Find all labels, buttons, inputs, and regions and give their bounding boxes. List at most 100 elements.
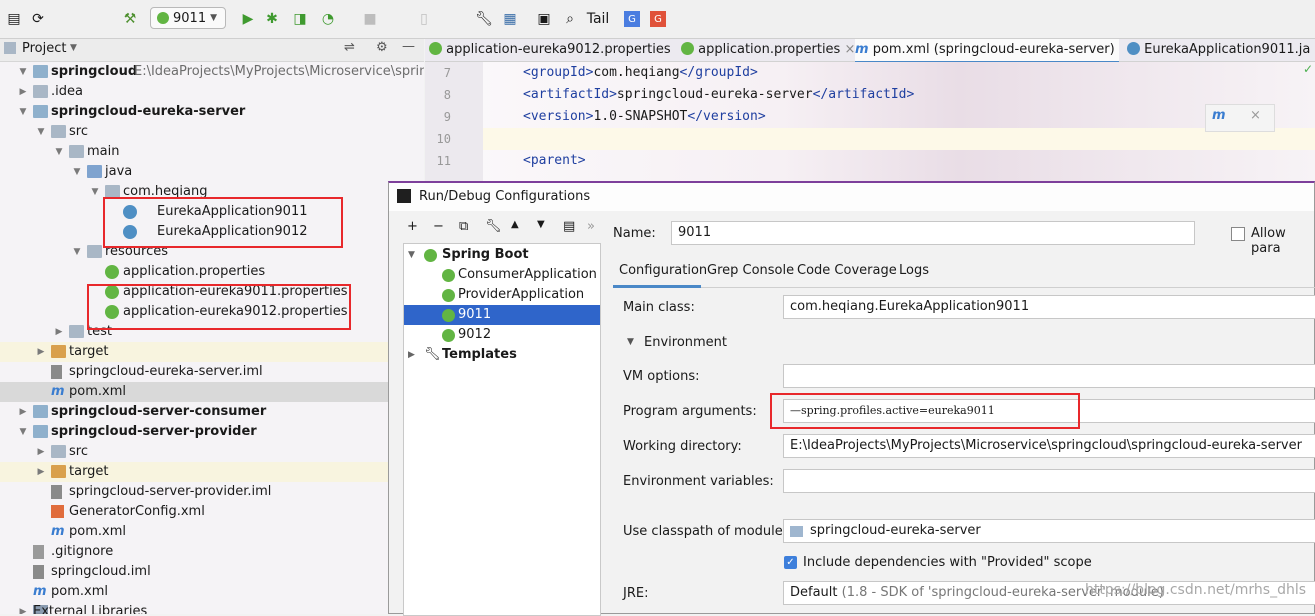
tree-row-provider[interactable]: ▼ springcloud-server-provider xyxy=(0,422,424,442)
tree-row-eureka-server[interactable]: ▼ springcloud-eureka-server xyxy=(0,102,424,122)
tree-group-templates[interactable]: ▶ 🔧︎ Templates xyxy=(404,345,600,365)
stop-icon[interactable]: ■ xyxy=(360,9,380,29)
debug-bug-icon[interactable]: ✱ xyxy=(262,9,282,29)
search-icon[interactable]: ⌕ xyxy=(560,9,580,29)
chevron-right-icon[interactable]: ▶ xyxy=(18,82,28,102)
tree-row-target[interactable]: ▶ target xyxy=(0,342,424,362)
minimize-icon[interactable]: — xyxy=(402,39,415,54)
chevron-down-icon[interactable]: ▼ xyxy=(627,337,634,347)
tree-row-provider-pom[interactable]: m pom.xml xyxy=(0,522,424,542)
tree-row-external-libraries[interactable]: ▶ External Libraries xyxy=(0,602,424,614)
tab-logs[interactable]: Logs xyxy=(899,263,929,278)
chevron-down-icon[interactable]: ▼ xyxy=(18,102,28,122)
working-dir-input[interactable]: E:\IdeaProjects\MyProjects\Microservice\… xyxy=(783,434,1315,458)
name-input[interactable]: 9011 xyxy=(671,221,1195,245)
copy-icon[interactable]: ⧉ xyxy=(459,219,468,234)
translate-alt-icon[interactable]: G xyxy=(650,11,666,27)
tail-button[interactable]: Tail xyxy=(586,9,610,29)
jre-value: Default xyxy=(790,585,838,600)
wrench-settings-icon[interactable]: 🔧︎ xyxy=(474,9,494,29)
sync-icon[interactable]: ⟳ xyxy=(28,9,48,29)
classpath-select[interactable]: springcloud-eureka-server xyxy=(783,519,1315,543)
run-icon[interactable]: ▶ xyxy=(238,9,258,29)
project-structure-icon[interactable]: ▦ xyxy=(500,9,520,29)
tree-row-application-properties[interactable]: application.properties xyxy=(0,262,424,282)
maven-reload-icon[interactable]: m xyxy=(1212,108,1226,123)
code-editor[interactable]: 7 <groupId>com.heqiang</groupId> 8 <arti… xyxy=(425,62,1315,182)
open-folder-icon[interactable]: ▤ xyxy=(4,9,24,29)
environment-label[interactable]: Environment xyxy=(644,335,727,350)
tree-item-provider[interactable]: ProviderApplication xyxy=(404,285,600,305)
allow-parallel-checkbox[interactable] xyxy=(1231,227,1245,241)
move-up-icon[interactable]: ▲ xyxy=(511,219,519,230)
folder-icon[interactable]: ▤ xyxy=(563,219,575,234)
remove-icon[interactable]: − xyxy=(433,219,444,234)
tree-item-9011[interactable]: 9011 xyxy=(404,305,600,325)
tree-row-provider-iml[interactable]: springcloud-server-provider.iml xyxy=(0,482,424,502)
chevron-down-icon[interactable]: ▼ xyxy=(408,245,415,265)
vcs-icon[interactable]: ▯ xyxy=(414,9,434,29)
chevron-down-icon[interactable]: ▼ xyxy=(72,162,82,182)
wrench-icon[interactable]: 🔧︎ xyxy=(485,219,502,234)
close-icon[interactable]: × xyxy=(844,42,855,57)
terminal-icon[interactable]: ▣ xyxy=(534,9,554,29)
chevron-down-icon[interactable]: ▼ xyxy=(36,122,46,142)
chevron-down-icon[interactable]: ▼ xyxy=(54,142,64,162)
tree-row-provider-target[interactable]: ▶ target xyxy=(0,462,424,482)
translate-google-icon[interactable]: G xyxy=(624,11,640,27)
tree-label: springcloud-server-provider.iml xyxy=(69,484,272,499)
main-class-input[interactable]: com.heqiang.EurekaApplication9011 xyxy=(783,295,1315,319)
tree-item-9012[interactable]: 9012 xyxy=(404,325,600,345)
tab-application-properties[interactable]: application.properties × xyxy=(681,39,855,61)
tab-grep-console[interactable]: Grep Console xyxy=(707,263,794,278)
tab-eureka9012-properties[interactable]: application-eureka9012.properties xyxy=(429,39,679,61)
coverage-icon[interactable]: ◨ xyxy=(290,9,310,29)
chevron-right-icon[interactable]: ▶ xyxy=(18,602,28,614)
profile-icon[interactable]: ◔ xyxy=(318,9,338,29)
tab-configuration[interactable]: Configuration xyxy=(619,263,707,278)
gear-icon[interactable]: ⚙ xyxy=(376,40,388,55)
move-down-icon[interactable]: ▼ xyxy=(537,219,545,230)
tree-row-java[interactable]: ▼ java xyxy=(0,162,424,182)
tree-group-spring-boot[interactable]: ▼ Spring Boot xyxy=(404,245,600,265)
tab-code-coverage[interactable]: Code Coverage xyxy=(797,263,897,278)
tree-row-eureka-pom[interactable]: m pom.xml xyxy=(0,382,424,402)
chevron-right-icon[interactable]: ▶ xyxy=(408,345,415,365)
tree-row-generator-config[interactable]: GeneratorConfig.xml xyxy=(0,502,424,522)
chevron-right-icon[interactable]: ▶ xyxy=(18,402,28,422)
collapse-all-icon[interactable]: ⇌ xyxy=(344,40,355,55)
chevron-down-icon[interactable]: ▼ xyxy=(18,422,28,442)
tree-row-consumer[interactable]: ▶ springcloud-server-consumer xyxy=(0,402,424,422)
add-icon[interactable]: + xyxy=(407,219,418,234)
chevron-right-icon[interactable]: ▶ xyxy=(54,322,64,342)
highlight-box-properties xyxy=(87,284,351,330)
project-folder-icon xyxy=(4,42,16,54)
project-panel-title[interactable]: Project xyxy=(22,41,66,56)
chevron-down-icon[interactable]: ▼ xyxy=(18,62,28,82)
env-vars-input[interactable] xyxy=(783,469,1315,493)
tree-row-root-pom[interactable]: m pom.xml xyxy=(0,582,424,602)
tree-row-eureka-iml[interactable]: springcloud-eureka-server.iml xyxy=(0,362,424,382)
chevron-down-icon[interactable]: ▼ xyxy=(72,242,82,262)
tree-row-springcloud[interactable]: ▼ springcloud E:\IdeaProjects\MyProjects… xyxy=(0,62,424,82)
more-icon[interactable]: » xyxy=(587,219,595,234)
chevron-down-icon[interactable]: ▼ xyxy=(70,43,77,53)
chevron-right-icon[interactable]: ▶ xyxy=(36,462,46,482)
tree-row-provider-src[interactable]: ▶ src xyxy=(0,442,424,462)
chevron-right-icon[interactable]: ▶ xyxy=(36,442,46,462)
vm-options-input[interactable] xyxy=(783,364,1315,388)
include-deps-checkbox[interactable]: ✓ xyxy=(784,556,797,569)
tree-row-springcloud-iml[interactable]: springcloud.iml xyxy=(0,562,424,582)
tree-row-gitignore[interactable]: .gitignore xyxy=(0,542,424,562)
build-hammer-icon[interactable]: ⚒ xyxy=(120,9,140,29)
tree-item-consumer[interactable]: ConsumerApplication xyxy=(404,265,600,285)
tree-row-src[interactable]: ▼ src xyxy=(0,122,424,142)
run-config-select[interactable]: 9011 ▼ xyxy=(150,7,226,29)
chevron-right-icon[interactable]: ▶ xyxy=(36,342,46,362)
tab-pom-xml[interactable]: m pom.xml (springcloud-eureka-server) xyxy=(855,39,1119,63)
chevron-down-icon[interactable]: ▼ xyxy=(90,182,100,202)
tree-row-main[interactable]: ▼ main xyxy=(0,142,424,162)
tree-row-idea[interactable]: ▶ .idea xyxy=(0,82,424,102)
tab-eureka9011-java[interactable]: EurekaApplication9011.ja xyxy=(1127,39,1315,61)
close-icon[interactable]: × xyxy=(1250,108,1261,123)
